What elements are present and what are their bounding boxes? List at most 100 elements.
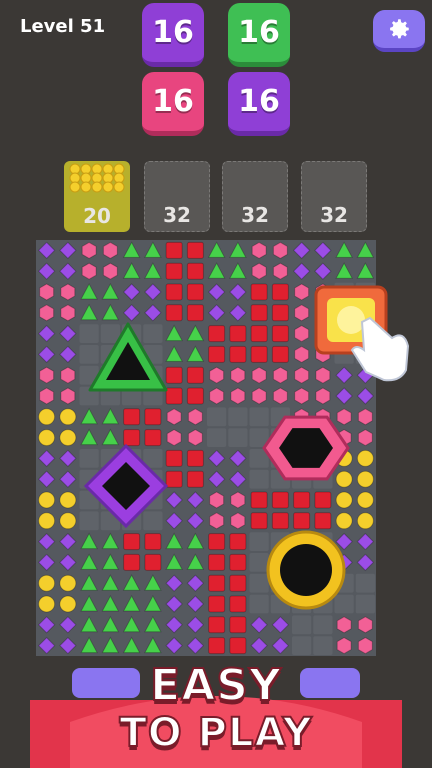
red-square-gem[interactable] xyxy=(144,429,162,447)
red-square-gem[interactable] xyxy=(229,345,247,363)
yellow-round-gem[interactable] xyxy=(38,491,56,509)
red-square-gem[interactable] xyxy=(123,533,141,551)
pink-hexagon-gem[interactable] xyxy=(166,408,182,426)
red-square-gem[interactable] xyxy=(186,470,204,488)
red-square-gem[interactable] xyxy=(144,533,162,551)
pink-hexagon-gem[interactable] xyxy=(336,637,352,655)
red-square-gem[interactable] xyxy=(186,262,204,280)
red-square-gem[interactable] xyxy=(208,553,226,571)
red-square-gem[interactable] xyxy=(271,491,289,509)
red-square-gem[interactable] xyxy=(271,283,289,301)
red-square-gem[interactable] xyxy=(229,574,247,592)
pink-hexagon-gem[interactable] xyxy=(81,262,97,280)
yellow-round-gem[interactable] xyxy=(38,574,56,592)
yellow-round-gem[interactable] xyxy=(59,408,77,426)
pink-hexagon-gem[interactable] xyxy=(39,283,55,301)
pink-hexagon-gem[interactable] xyxy=(187,429,203,447)
red-square-gem[interactable] xyxy=(250,325,268,343)
red-square-gem[interactable] xyxy=(165,387,183,405)
red-square-gem[interactable] xyxy=(186,387,204,405)
pink-hexagon-gem[interactable] xyxy=(251,241,267,259)
yellow-round-gem[interactable] xyxy=(38,408,56,426)
pink-hexagon-gem[interactable] xyxy=(294,325,310,343)
red-square-gem[interactable] xyxy=(229,553,247,571)
red-square-gem[interactable] xyxy=(144,408,162,426)
red-square-gem[interactable] xyxy=(165,304,183,322)
red-square-gem[interactable] xyxy=(250,283,268,301)
pink-hexagon-gem[interactable] xyxy=(272,262,288,280)
pink-hexagon-gem[interactable] xyxy=(230,491,246,509)
red-square-gem[interactable] xyxy=(250,345,268,363)
red-square-gem[interactable] xyxy=(123,553,141,571)
pink-hexagon-gem[interactable] xyxy=(357,637,373,655)
pink-hexagon-gem[interactable] xyxy=(102,241,118,259)
red-square-gem[interactable] xyxy=(165,262,183,280)
red-square-gem[interactable] xyxy=(271,512,289,530)
yellow-round-gem[interactable] xyxy=(356,470,374,488)
pink-hexagon-gem[interactable] xyxy=(209,366,225,384)
yellow-round-gem[interactable] xyxy=(38,512,56,530)
game-board[interactable] xyxy=(0,0,432,768)
pink-hexagon-gem[interactable] xyxy=(102,262,118,280)
red-square-gem[interactable] xyxy=(186,283,204,301)
pink-hexagon-gem[interactable] xyxy=(81,241,97,259)
red-square-gem[interactable] xyxy=(123,429,141,447)
red-square-gem[interactable] xyxy=(208,595,226,613)
red-square-gem[interactable] xyxy=(293,491,311,509)
red-square-gem[interactable] xyxy=(314,512,332,530)
pink-hexagon-gem[interactable] xyxy=(187,408,203,426)
pink-hexagon-gem[interactable] xyxy=(272,366,288,384)
pink-hexagon-gem[interactable] xyxy=(39,304,55,322)
pink-hexagon-gem[interactable] xyxy=(251,262,267,280)
pink-hexagon-gem[interactable] xyxy=(294,283,310,301)
red-square-gem[interactable] xyxy=(293,512,311,530)
red-square-gem[interactable] xyxy=(271,325,289,343)
pink-hexagon-gem[interactable] xyxy=(294,304,310,322)
red-square-gem[interactable] xyxy=(186,304,204,322)
pink-hexagon-gem[interactable] xyxy=(272,241,288,259)
red-square-gem[interactable] xyxy=(271,304,289,322)
pink-hexagon-gem[interactable] xyxy=(230,387,246,405)
red-square-gem[interactable] xyxy=(229,616,247,634)
pink-hexagon-gem[interactable] xyxy=(315,387,331,405)
yellow-round-gem[interactable] xyxy=(59,429,77,447)
red-square-gem[interactable] xyxy=(229,595,247,613)
pink-hexagon-gem[interactable] xyxy=(251,387,267,405)
pink-hexagon-gem[interactable] xyxy=(60,387,76,405)
pink-hexagon-gem[interactable] xyxy=(294,345,310,363)
pink-hexagon-gem[interactable] xyxy=(60,283,76,301)
yellow-round-gem[interactable] xyxy=(356,449,374,467)
pink-hexagon-gem[interactable] xyxy=(209,491,225,509)
pink-hexagon-gem[interactable] xyxy=(209,387,225,405)
yellow-round-gem[interactable] xyxy=(59,512,77,530)
yellow-round-gem[interactable] xyxy=(335,470,353,488)
red-square-gem[interactable] xyxy=(165,470,183,488)
red-square-gem[interactable] xyxy=(250,491,268,509)
red-square-gem[interactable] xyxy=(165,449,183,467)
pink-hexagon-gem[interactable] xyxy=(294,387,310,405)
red-square-gem[interactable] xyxy=(186,366,204,384)
red-square-gem[interactable] xyxy=(314,491,332,509)
red-square-gem[interactable] xyxy=(229,637,247,655)
yellow-round-gem[interactable] xyxy=(59,491,77,509)
red-square-gem[interactable] xyxy=(208,637,226,655)
red-square-gem[interactable] xyxy=(208,345,226,363)
red-square-gem[interactable] xyxy=(208,616,226,634)
red-square-gem[interactable] xyxy=(229,533,247,551)
pink-hexagon-gem[interactable] xyxy=(39,366,55,384)
yellow-round-gem[interactable] xyxy=(335,491,353,509)
red-square-gem[interactable] xyxy=(250,512,268,530)
pink-hexagon-gem[interactable] xyxy=(209,512,225,530)
red-square-gem[interactable] xyxy=(144,553,162,571)
red-square-gem[interactable] xyxy=(165,366,183,384)
red-square-gem[interactable] xyxy=(123,408,141,426)
red-square-gem[interactable] xyxy=(186,449,204,467)
red-square-gem[interactable] xyxy=(208,325,226,343)
red-square-gem[interactable] xyxy=(250,304,268,322)
pink-hexagon-gem[interactable] xyxy=(272,387,288,405)
red-square-gem[interactable] xyxy=(165,283,183,301)
yellow-round-gem[interactable] xyxy=(59,595,77,613)
pink-hexagon-gem[interactable] xyxy=(336,408,352,426)
red-square-gem[interactable] xyxy=(186,241,204,259)
pink-hexagon-gem[interactable] xyxy=(294,366,310,384)
